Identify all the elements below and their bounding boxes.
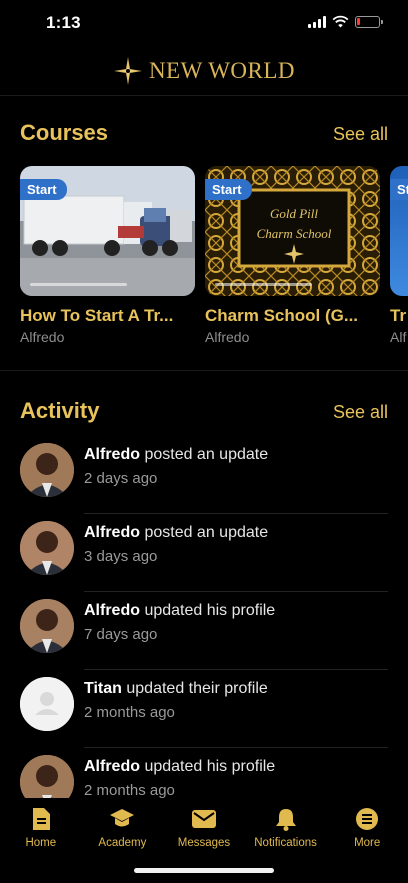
activity-item[interactable]: Alfredo updated his profile 7 days ago	[0, 592, 408, 670]
app-logo-text: NEW WORLD	[148, 57, 296, 83]
section-divider	[0, 370, 408, 371]
tab-label: Notifications	[254, 837, 317, 849]
tab-label: Academy	[98, 837, 147, 849]
activity-actor[interactable]: Alfredo	[84, 602, 140, 619]
course-status-badge: St	[390, 179, 408, 200]
home-indicator[interactable]	[134, 868, 274, 873]
cellular-signal-icon	[308, 15, 326, 28]
activity-feed[interactable]: Alfredo posted an update 2 days ago Alfr…	[0, 436, 408, 798]
list-icon	[354, 806, 380, 832]
course-thumbnail[interactable]: Gold Pill Charm School Start	[205, 166, 380, 296]
battery-icon	[355, 15, 383, 28]
activity-action: updated their profile	[121, 680, 268, 697]
activity-time: 3 days ago	[84, 548, 158, 565]
activity-text: Alfredo updated his profile	[84, 758, 275, 776]
activity-time: 2 months ago	[84, 704, 175, 721]
course-thumbnail[interactable]: St	[390, 166, 408, 296]
course-thumbnail[interactable]: Start	[20, 166, 195, 296]
tab-messages[interactable]: Messages	[164, 806, 244, 849]
status-bar: 1:13	[0, 0, 408, 46]
tab-label: More	[354, 837, 381, 849]
activity-see-all-link[interactable]: See all	[333, 402, 388, 423]
envelope-icon	[191, 806, 217, 832]
activity-text: Alfredo posted an update	[84, 524, 268, 542]
course-author: Alfredo	[20, 329, 65, 345]
courses-carousel[interactable]: Start How To Start A Tr... Alfredo Gold …	[20, 166, 408, 346]
activity-actor[interactable]: Alfredo	[84, 524, 140, 541]
activity-text: Alfredo posted an update	[84, 446, 268, 464]
activity-title: Activity	[20, 398, 100, 423]
status-icons	[308, 15, 383, 28]
avatar[interactable]	[20, 677, 74, 731]
battery-level	[357, 17, 360, 25]
courses-see-all-link[interactable]: See all	[333, 124, 388, 145]
user-photo-avatar	[20, 521, 74, 575]
bell-icon	[273, 806, 299, 832]
course-title[interactable]: Charm School (G...	[205, 306, 380, 326]
activity-time: 2 months ago	[84, 782, 175, 798]
activity-item[interactable]: Alfredo posted an update 2 days ago	[0, 436, 408, 514]
user-photo-avatar	[20, 599, 74, 653]
course-author: Alfredo	[205, 329, 250, 345]
course-status-badge: Start	[205, 179, 252, 200]
user-photo-avatar	[20, 443, 74, 497]
activity-time: 2 days ago	[84, 470, 158, 487]
course-progress-bar	[30, 283, 127, 286]
activity-text: Alfredo updated his profile	[84, 602, 275, 620]
avatar[interactable]	[20, 443, 74, 497]
tab-label: Messages	[177, 837, 231, 849]
course-title[interactable]: How To Start A Tr...	[20, 306, 195, 326]
status-time: 1:13	[46, 13, 81, 32]
course-status-badge: Start	[20, 179, 67, 200]
course-card[interactable]: Gold Pill Charm School Start Charm Schoo…	[205, 166, 380, 345]
thumbnail-text-charm-school: Charm School	[257, 226, 332, 241]
activity-item[interactable]: Titan updated their profile 2 months ago	[0, 670, 408, 748]
avatar[interactable]	[20, 755, 74, 798]
tab-home[interactable]: Home	[1, 806, 81, 849]
tab-more[interactable]: More	[327, 806, 407, 849]
bottom-tab-bar: Home Academy Messages Notifications More	[0, 798, 408, 858]
activity-text: Titan updated their profile	[84, 680, 268, 698]
document-icon	[28, 806, 54, 832]
wifi-icon	[332, 15, 349, 28]
avatar[interactable]	[20, 599, 74, 653]
tab-notifications[interactable]: Notifications	[246, 806, 326, 849]
graduation-cap-icon	[109, 806, 135, 832]
courses-header: Courses See all	[20, 120, 388, 146]
activity-action: updated his profile	[140, 602, 276, 619]
activity-actor[interactable]: Alfredo	[84, 446, 140, 463]
course-card[interactable]: Start How To Start A Tr... Alfredo	[20, 166, 195, 345]
app-header: NEW WORLD	[0, 46, 408, 96]
course-title[interactable]: Tr	[390, 306, 408, 326]
activity-actor[interactable]: Alfredo	[84, 758, 140, 775]
activity-item[interactable]: Alfredo updated his profile 2 months ago	[0, 748, 408, 798]
course-author: Alf	[390, 329, 407, 345]
activity-action: updated his profile	[140, 758, 276, 775]
avatar[interactable]	[20, 521, 74, 575]
activity-action: posted an update	[140, 446, 269, 463]
activity-header: Activity See all	[20, 398, 388, 424]
course-card[interactable]: St Tr Alf	[390, 166, 408, 345]
course-progress-bar	[215, 283, 312, 286]
courses-title: Courses	[20, 120, 109, 145]
user-photo-avatar	[20, 755, 74, 798]
compass-star-icon	[113, 56, 142, 85]
default-user-icon	[20, 677, 74, 731]
tab-academy[interactable]: Academy	[82, 806, 162, 849]
activity-actor[interactable]: Titan	[84, 680, 122, 697]
thumbnail-text-gold-pill: Gold Pill	[270, 206, 318, 221]
activity-time: 7 days ago	[84, 626, 158, 643]
activity-item[interactable]: Alfredo posted an update 3 days ago	[0, 514, 408, 592]
tab-label: Home	[25, 837, 57, 849]
activity-action: posted an update	[140, 524, 269, 541]
